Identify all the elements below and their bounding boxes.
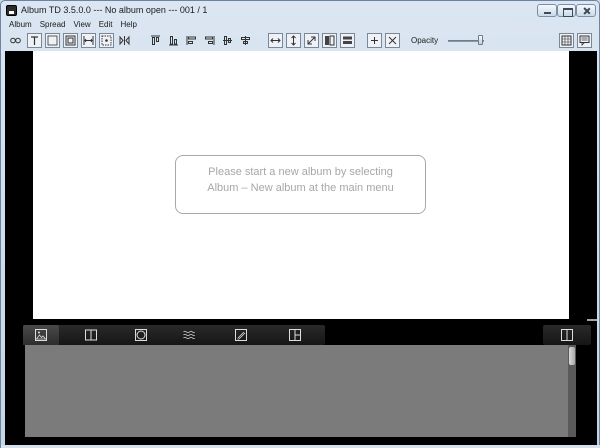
row-icon [343, 36, 352, 44]
panel-tab-strip [23, 325, 325, 345]
stretch-width-icon [270, 38, 281, 43]
panel-toggle-tab[interactable] [543, 325, 591, 345]
flip-icon [119, 35, 130, 46]
align-center-v-icon [223, 36, 232, 45]
text-frame-icon [31, 36, 38, 45]
photos-tab[interactable] [23, 325, 59, 345]
layout-icon [85, 329, 97, 341]
frame-circle-icon [135, 329, 147, 341]
row-button[interactable] [340, 33, 355, 48]
align-bottom-icon [169, 36, 178, 46]
column-icon [325, 35, 335, 46]
template-icon [289, 329, 301, 341]
app-icon[interactable] [6, 5, 17, 16]
scrollbar-thumb[interactable] [569, 347, 575, 365]
align-top-button[interactable] [148, 33, 163, 48]
align-center-h-icon [241, 36, 250, 45]
image-frame-icon [47, 35, 58, 46]
message-line-2: Album – New album at the main menu [207, 182, 394, 194]
comment-icon [579, 35, 590, 46]
toolbar: Opacity [5, 31, 597, 50]
app-window: Album TD 3.5.0.0 --- No album open --- 0… [0, 0, 600, 448]
close-button[interactable] [576, 4, 596, 17]
align-top-icon [151, 35, 160, 45]
stretch-height-button[interactable] [286, 33, 301, 48]
opacity-label: Opacity [411, 36, 439, 45]
align-center-v-button[interactable] [220, 33, 235, 48]
fit-diagonal-button[interactable] [304, 33, 319, 48]
fit-diagonal-icon [307, 36, 316, 45]
align-left-button[interactable] [184, 33, 199, 48]
frames-tab[interactable] [123, 325, 159, 345]
column-button[interactable] [322, 33, 337, 48]
cliparts-tab[interactable] [223, 325, 259, 345]
distribute-button[interactable] [99, 33, 114, 48]
spread-page[interactable]: Please start a new album by selecting Al… [33, 51, 569, 319]
frame-button[interactable] [63, 33, 78, 48]
thumbnail-area[interactable] [25, 345, 571, 437]
menu-bar: Album Spread View Edit Help [5, 19, 141, 31]
flip-button[interactable] [117, 33, 132, 48]
vertical-scrollbar[interactable] [568, 345, 576, 437]
text-frame-button[interactable] [27, 33, 42, 48]
align-right-icon [205, 36, 215, 45]
photos-icon [35, 329, 47, 341]
distribute-icon [101, 35, 112, 46]
delete-button[interactable] [385, 33, 400, 48]
opacity-slider-thumb[interactable] [477, 35, 483, 45]
maximize-button[interactable] [557, 4, 576, 17]
message-line-1: Please start a new album by selecting [208, 166, 393, 178]
bottom-panel [5, 321, 597, 445]
delete-icon [388, 36, 397, 45]
empty-album-message: Please start a new album by selecting Al… [175, 155, 426, 214]
menu-help[interactable]: Help [116, 19, 140, 31]
layouts-tab[interactable] [73, 325, 109, 345]
add-icon [371, 37, 378, 44]
align-center-h-button[interactable] [238, 33, 253, 48]
templates-tab[interactable] [277, 325, 313, 345]
width-spread-button[interactable] [81, 33, 96, 48]
add-button[interactable] [367, 33, 382, 48]
align-bottom-button[interactable] [166, 33, 181, 48]
backgrounds-tab[interactable] [171, 325, 207, 345]
frame-icon [65, 35, 76, 46]
menu-album[interactable]: Album [5, 19, 36, 31]
stretch-width-button[interactable] [268, 33, 283, 48]
menu-view[interactable]: View [69, 19, 94, 31]
align-right-button[interactable] [202, 33, 217, 48]
grid-button[interactable] [559, 33, 574, 48]
stretch-height-icon [291, 35, 296, 46]
image-frame-button[interactable] [45, 33, 60, 48]
link-button[interactable] [8, 33, 23, 48]
split-panel-icon [561, 329, 573, 341]
link-icon [10, 37, 21, 44]
grid-icon [561, 35, 572, 46]
window-title: Album TD 3.5.0.0 --- No album open --- 0… [21, 5, 208, 15]
comment-button[interactable] [577, 33, 592, 48]
spread-workspace: Please start a new album by selecting Al… [5, 51, 597, 322]
align-left-icon [186, 36, 196, 45]
clipart-pencil-icon [235, 329, 247, 341]
title-bar: Album TD 3.5.0.0 --- No album open --- 0… [1, 1, 599, 20]
width-spread-icon [83, 36, 94, 45]
menu-edit[interactable]: Edit [95, 19, 117, 31]
menu-spread[interactable]: Spread [36, 19, 70, 31]
background-wave-icon [183, 330, 195, 340]
minimize-button[interactable] [537, 4, 557, 17]
